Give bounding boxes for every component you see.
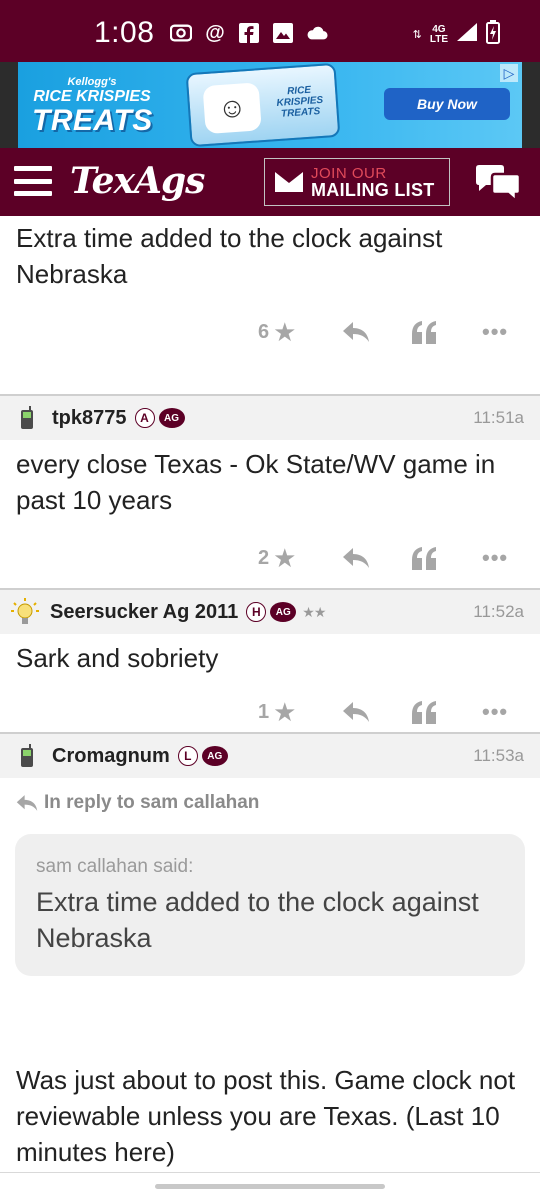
reply-button[interactable]: [342, 316, 370, 348]
reply-button[interactable]: [342, 696, 370, 728]
post-body: Sark and sobriety: [16, 643, 219, 673]
post: tpk8775 A AG 11:51a every close Texas - …: [0, 396, 540, 588]
ad-brand-logo: Kellogg's RICE KRISPIES TREATS: [32, 76, 152, 136]
hamburger-menu-icon[interactable]: [14, 166, 52, 196]
star-button[interactable]: 6 ★: [258, 316, 296, 348]
post-username[interactable]: tpk8775: [52, 407, 127, 430]
reply-to-link[interactable]: In reply to sam callahan: [0, 778, 540, 814]
post-actions: 2 ★ •••: [0, 534, 540, 588]
reply-to-text: In reply to sam callahan: [44, 792, 260, 813]
cloud-icon: [306, 22, 328, 44]
ad-buy-now-button[interactable]: Buy Now: [384, 88, 510, 120]
ag-badge: AG: [201, 746, 228, 766]
post: Extra time added to the clock against Ne…: [0, 216, 540, 362]
mailing-list-button[interactable]: JOIN OUR MAILING LIST: [264, 158, 450, 206]
reply-button[interactable]: [342, 542, 370, 574]
reply-icon: [343, 702, 369, 722]
ad-brand-small: Kellogg's: [67, 76, 117, 88]
data-arrows-icon: ⇅: [412, 29, 422, 41]
more-options-button[interactable]: •••: [482, 542, 508, 574]
post: Cromagnum L AG 11:53a In reply to sam ca…: [0, 734, 540, 1170]
system-indicators: ⇅ 4G LTE: [413, 20, 500, 49]
post-time: 11:53a: [473, 746, 524, 765]
reply-icon: [343, 548, 369, 568]
quote-text: Extra time added to the clock against Ne…: [36, 887, 479, 953]
status-bar: 1:08 @ ⇅ 4G LTE: [0, 0, 540, 62]
quote-icon: [412, 321, 436, 344]
star-count: 6: [258, 320, 270, 343]
signal-icon: [456, 22, 478, 47]
post-actions: 6 ★ •••: [0, 308, 540, 362]
quote-icon: [412, 547, 436, 570]
ag-badge: AG: [158, 408, 185, 428]
mailing-line2: MAILING LIST: [311, 180, 435, 200]
more-options-button[interactable]: •••: [482, 696, 508, 728]
star-icon: ★: [273, 542, 297, 573]
smiley-icon: ☺: [202, 82, 262, 135]
site-logo[interactable]: TexAgs: [70, 160, 205, 202]
network-bottom: LTE: [429, 33, 448, 45]
lightbulb-avatar-icon: [8, 598, 42, 626]
post-time: 11:51a: [473, 408, 524, 427]
post-header: tpk8775 A AG 11:51a: [0, 396, 540, 440]
quote-button[interactable]: [410, 696, 438, 728]
phone-avatar-icon: [16, 404, 38, 432]
chat-bubbles-icon[interactable]: [474, 164, 522, 204]
post-header: Seersucker Ag 2011 H AG ★★ 11:52a: [0, 590, 540, 634]
ad-product-label: RICE KRISPIES TREATS: [276, 84, 324, 120]
home-indicator[interactable]: [155, 1184, 385, 1189]
member-badge: A: [134, 408, 155, 428]
post-username[interactable]: Cromagnum: [52, 745, 170, 768]
star-icon: ★: [273, 316, 297, 347]
member-badge: H: [246, 602, 267, 622]
post-body: Was just about to post this. Game clock …: [16, 1065, 516, 1167]
rank-stars: ★★: [302, 603, 326, 620]
ad-banner[interactable]: Kellogg's RICE KRISPIES TREATS ☺ RICE KR…: [0, 62, 540, 148]
post-header: Cromagnum L AG 11:53a: [0, 734, 540, 778]
quote-button[interactable]: [410, 542, 438, 574]
radio-icon: [170, 22, 192, 44]
member-badge: L: [177, 746, 198, 766]
image-icon: [272, 22, 294, 44]
more-icon: •••: [482, 545, 509, 570]
network-type: 4G LTE: [429, 24, 448, 45]
more-icon: •••: [482, 699, 509, 724]
star-button[interactable]: 1 ★: [258, 696, 296, 728]
quote-icon: [412, 701, 436, 724]
ad-brand-line2: TREATS: [32, 104, 153, 137]
thread-content[interactable]: Extra time added to the clock against Ne…: [0, 216, 540, 1200]
post-username[interactable]: Seersucker Ag 2011: [50, 601, 238, 624]
envelope-icon: [275, 172, 303, 192]
site-header: TexAgs JOIN OUR MAILING LIST: [0, 148, 540, 216]
ad-product-image: ☺ RICE KRISPIES TREATS: [185, 62, 341, 148]
reply-icon: [16, 795, 38, 811]
ad-creative[interactable]: Kellogg's RICE KRISPIES TREATS ☺ RICE KR…: [18, 62, 522, 148]
star-button[interactable]: 2 ★: [258, 542, 296, 574]
star-icon: ★: [273, 696, 297, 727]
reply-icon: [343, 322, 369, 342]
ag-badge: AG: [270, 602, 297, 622]
post-body: Extra time added to the clock against Ne…: [16, 223, 443, 289]
star-count: 1: [258, 700, 270, 723]
post-time: 11:52a: [473, 602, 524, 621]
notification-icons: @: [170, 22, 328, 44]
quote-button[interactable]: [410, 316, 438, 348]
more-icon: •••: [482, 319, 509, 344]
star-count: 2: [258, 546, 270, 569]
facebook-icon: [238, 22, 260, 44]
quote-author: sam callahan said:: [36, 856, 194, 877]
phone-avatar-icon: [16, 742, 38, 770]
battery-icon: [486, 20, 500, 49]
post: Seersucker Ag 2011 H AG ★★ 11:52a Sark a…: [0, 590, 540, 742]
ad-choices-icon[interactable]: ▷: [500, 64, 518, 82]
divider: [0, 1172, 540, 1173]
post-body: every close Texas - Ok State/WV game in …: [16, 449, 496, 515]
status-time: 1:08: [94, 16, 155, 49]
more-options-button[interactable]: •••: [482, 316, 508, 348]
at-icon: @: [205, 21, 225, 44]
quoted-post: sam callahan said: Extra time added to t…: [15, 834, 525, 976]
